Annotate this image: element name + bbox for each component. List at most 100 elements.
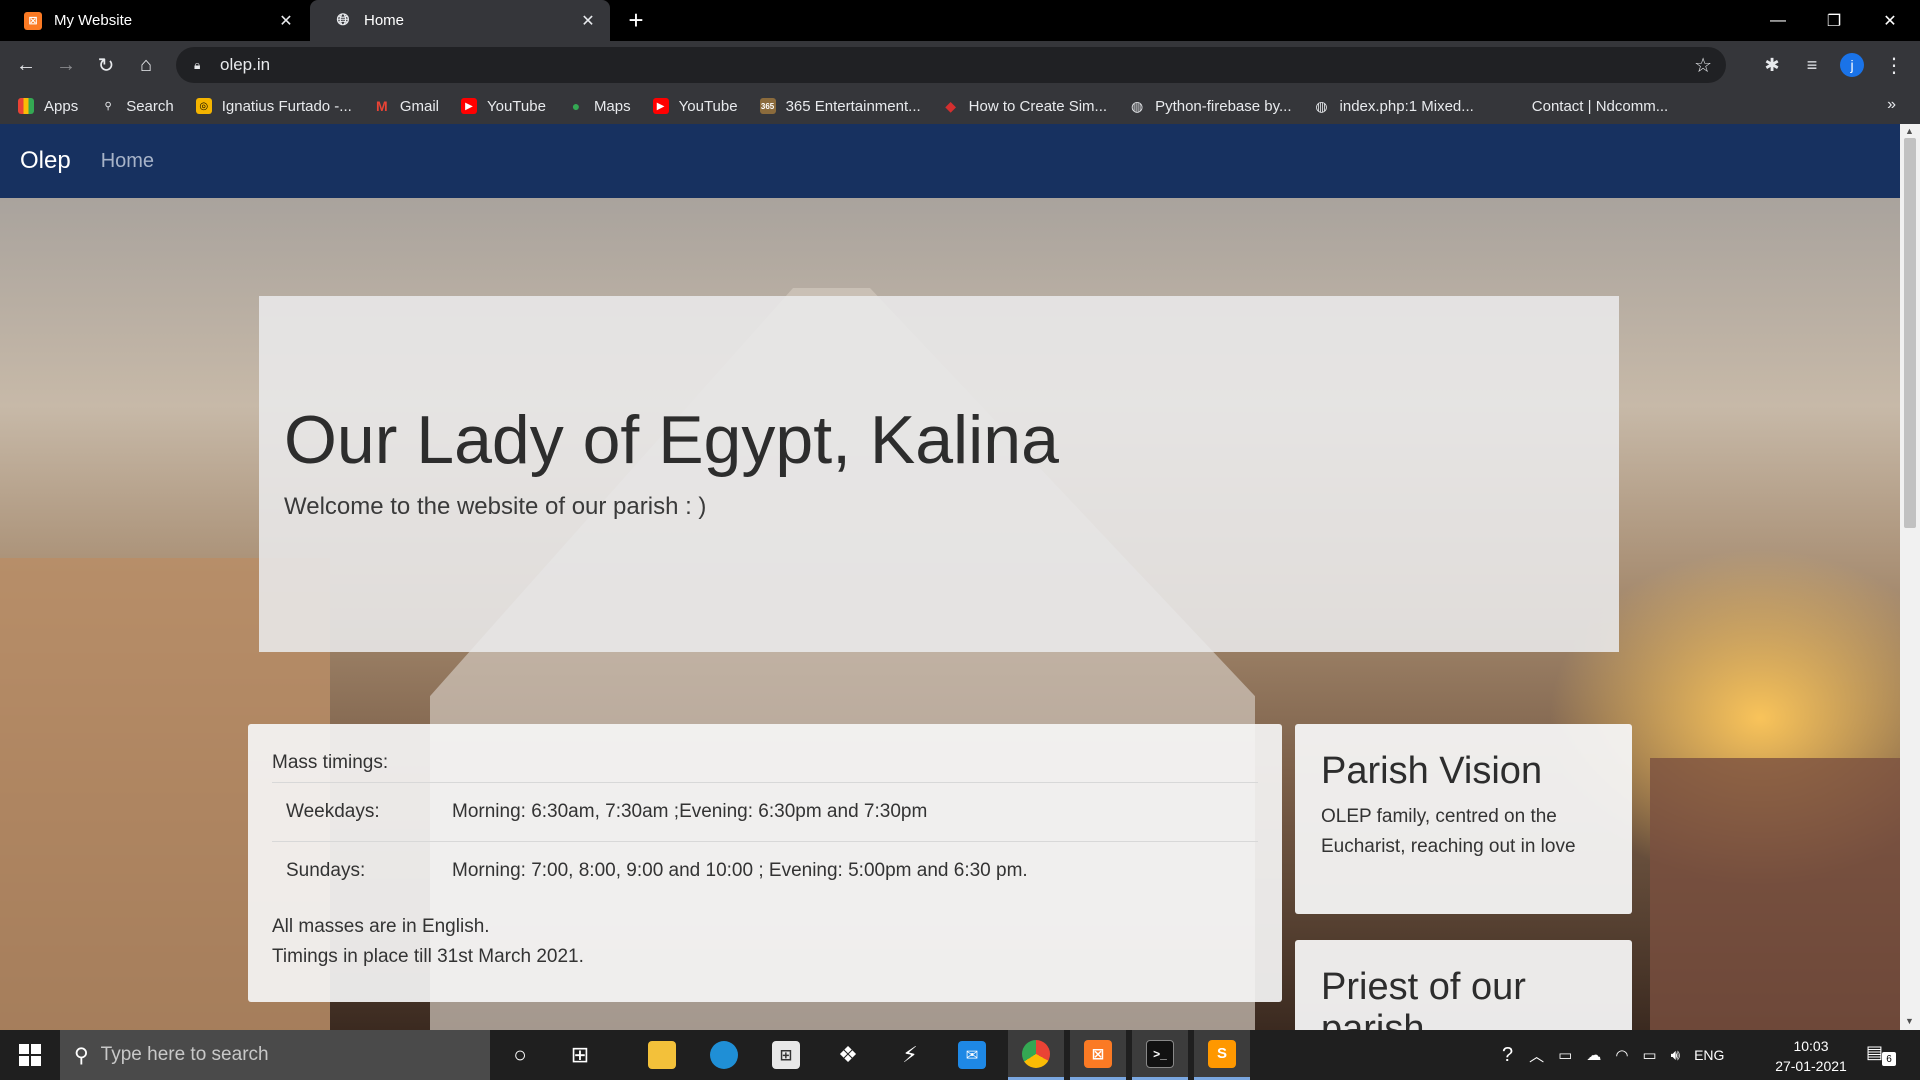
chevron-up-icon[interactable]: ︿	[1529, 1045, 1544, 1066]
apps-grid-icon	[18, 98, 34, 114]
bookmark-label: Contact | Ndcomm...	[1531, 97, 1669, 115]
mass-times: Morning: 7:00, 8:00, 9:00 and 10:00 ; Ev…	[452, 860, 1028, 881]
chrome-icon[interactable]	[1008, 1030, 1064, 1080]
gmail-icon: M	[375, 98, 388, 114]
close-tab-icon[interactable]: ✕	[578, 11, 598, 31]
mass-timings-panel: Mass timings: Weekdays: Morning: 6:30am,…	[248, 724, 1282, 1002]
task-view-icon[interactable]: ⊞	[552, 1030, 608, 1080]
mass-row-weekdays: Weekdays: Morning: 6:30am, 7:30am ;Eveni…	[272, 783, 1258, 842]
reload-icon[interactable]: ↻	[90, 49, 122, 81]
page-viewport: Olep Home Our Lady of Egypt, Kalina Welc…	[0, 124, 1900, 1030]
close-tab-icon[interactable]: ✕	[276, 11, 296, 31]
scrollbar-thumb[interactable]	[1904, 138, 1916, 528]
start-button[interactable]	[0, 1030, 60, 1080]
page-scrollbar[interactable]: ▲ ▼	[1900, 124, 1920, 1030]
globe-icon: 🌐︎	[336, 11, 350, 29]
bookmark-star-icon[interactable]: ☆	[1694, 53, 1712, 78]
bookmark-maps[interactable]: ● Maps	[568, 98, 631, 115]
scroll-up-icon[interactable]: ▲	[1905, 126, 1914, 136]
bookmark-365[interactable]: 365 365 Entertainment...	[759, 98, 921, 115]
xampp-icon[interactable]: ⊠	[1070, 1030, 1126, 1080]
bookmark-ignatius[interactable]: ◎ Ignatius Furtado -...	[195, 97, 352, 115]
bookmark-apps[interactable]: Apps	[18, 98, 78, 115]
help-icon[interactable]: ?	[1502, 1044, 1513, 1067]
forward-icon[interactable]: →	[50, 49, 82, 81]
bookmark-label: Ignatius Furtado -...	[221, 97, 352, 115]
edge-icon[interactable]	[696, 1030, 752, 1080]
url-text[interactable]: olep.in	[220, 55, 270, 75]
mass-timings-heading: Mass timings:	[272, 752, 1258, 783]
youtube-icon: ▶	[460, 98, 477, 114]
bookmark-how-to-create[interactable]: ◆ How to Create Sim...	[943, 98, 1107, 115]
priest-card-title: Priest of our parish	[1321, 966, 1526, 1030]
terminal-icon[interactable]: >_	[1132, 1030, 1188, 1080]
notification-center-icon[interactable]: ▤ 6	[1866, 1042, 1896, 1066]
bookmark-label: Apps	[44, 97, 79, 115]
bookmark-youtube-2[interactable]: ▶ YouTube	[652, 97, 738, 115]
tab-title: My Website	[54, 12, 133, 29]
menu-icon[interactable]: ⋮	[1878, 49, 1910, 81]
globe-icon: ◍	[1130, 97, 1144, 114]
notification-count-badge: 6	[1882, 1052, 1896, 1066]
mass-notes: All masses are in English. Timings in pl…	[272, 912, 1258, 972]
device-icon[interactable]: ▭	[1558, 1046, 1572, 1064]
taskbar-clock[interactable]: 10:03 27-01-2021	[1766, 1036, 1856, 1076]
taskbar-search-box[interactable]: ⚲ Type here to search	[60, 1030, 490, 1080]
parish-vision-card: Parish Vision OLEP family, centred on th…	[1295, 724, 1632, 914]
bookmark-index-php[interactable]: ◍ index.php:1 Mixed...	[1314, 97, 1473, 115]
language-indicator[interactable]: ENG	[1694, 1047, 1724, 1063]
clock-time: 10:03	[1793, 1038, 1829, 1054]
volume-icon[interactable]: 🔊︎	[1671, 1047, 1680, 1064]
youtube-icon: ▶	[652, 98, 669, 114]
bookmark-youtube[interactable]: ▶ YouTube	[460, 98, 546, 115]
bookmark-red-icon: ◆	[945, 97, 957, 114]
church-background-image: Our Lady of Egypt, Kalina Welcome to the…	[0, 198, 1900, 1030]
bookmark-contact[interactable]: Contact | Ndcomm...	[1532, 98, 1668, 115]
store-icon[interactable]: ⊞	[758, 1030, 814, 1080]
sublime-text-icon[interactable]: S	[1194, 1030, 1250, 1080]
bookmark-label: Gmail	[399, 97, 439, 115]
mass-row-sundays: Sundays: Morning: 7:00, 8:00, 9:00 and 1…	[272, 842, 1258, 900]
scroll-down-icon[interactable]: ▼	[1905, 1016, 1914, 1026]
bookmark-gmail[interactable]: M Gmail	[374, 98, 439, 115]
browser-toolbar: ← → ↻ ⌂ 🔒︎ olep.in ☆ ✱ ≡ j ⋮	[0, 41, 1920, 88]
bookmarks-more-button[interactable]: »	[1887, 96, 1896, 114]
clock-date: 27-01-2021	[1775, 1058, 1847, 1074]
battery-icon[interactable]: ▭	[1642, 1046, 1656, 1064]
media-control-icon[interactable]: ≡	[1796, 49, 1828, 81]
bookmark-python-firebase[interactable]: ◍ Python-firebase by...	[1129, 97, 1292, 115]
home-icon[interactable]: ⌂	[130, 49, 162, 81]
back-icon[interactable]: ←	[10, 49, 42, 81]
bookmark-label: How to Create Sim...	[968, 97, 1108, 115]
365-icon: 365	[759, 98, 776, 114]
cortana-icon[interactable]: ○	[492, 1030, 548, 1080]
bookmark-label: Python-firebase by...	[1155, 97, 1292, 115]
extensions-icon[interactable]: ✱	[1756, 49, 1788, 81]
lock-icon[interactable]: 🔒︎	[194, 58, 206, 72]
tab-my-website[interactable]: ⊠ My Website ✕	[0, 0, 308, 41]
app-icon[interactable]: ⚡	[882, 1030, 938, 1080]
bookmark-label: Search	[126, 97, 174, 115]
onedrive-icon[interactable]: ☁	[1586, 1046, 1601, 1064]
minimize-button[interactable]: —	[1750, 0, 1806, 41]
dropbox-icon[interactable]: ❖	[820, 1030, 876, 1080]
restore-button[interactable]: ❐	[1806, 0, 1862, 41]
bookmark-label: YouTube	[678, 97, 738, 115]
file-explorer-icon[interactable]	[634, 1030, 690, 1080]
maps-icon: ●	[571, 98, 581, 114]
mass-note-validity: Timings in place till 31st March 2021.	[272, 946, 584, 967]
windows-logo-icon	[19, 1044, 41, 1066]
site-navbar: Olep Home	[0, 124, 1900, 198]
wifi-icon[interactable]: ◠	[1615, 1046, 1628, 1064]
address-bar[interactable]: 🔒︎ olep.in ☆	[176, 47, 1726, 83]
close-window-button[interactable]: ✕	[1862, 0, 1918, 41]
search-icon: ⚲	[104, 100, 112, 112]
bookmark-search[interactable]: ⚲ Search	[100, 98, 174, 115]
new-tab-button[interactable]: +	[622, 5, 650, 35]
globe-icon: ◍	[1315, 97, 1328, 114]
mail-icon[interactable]: ✉	[944, 1030, 1000, 1080]
nav-link-home[interactable]: Home	[101, 150, 154, 173]
tab-home[interactable]: 🌐︎ Home ✕	[310, 0, 610, 41]
profile-avatar[interactable]: j	[1840, 53, 1864, 77]
navbar-brand[interactable]: Olep	[20, 147, 71, 175]
